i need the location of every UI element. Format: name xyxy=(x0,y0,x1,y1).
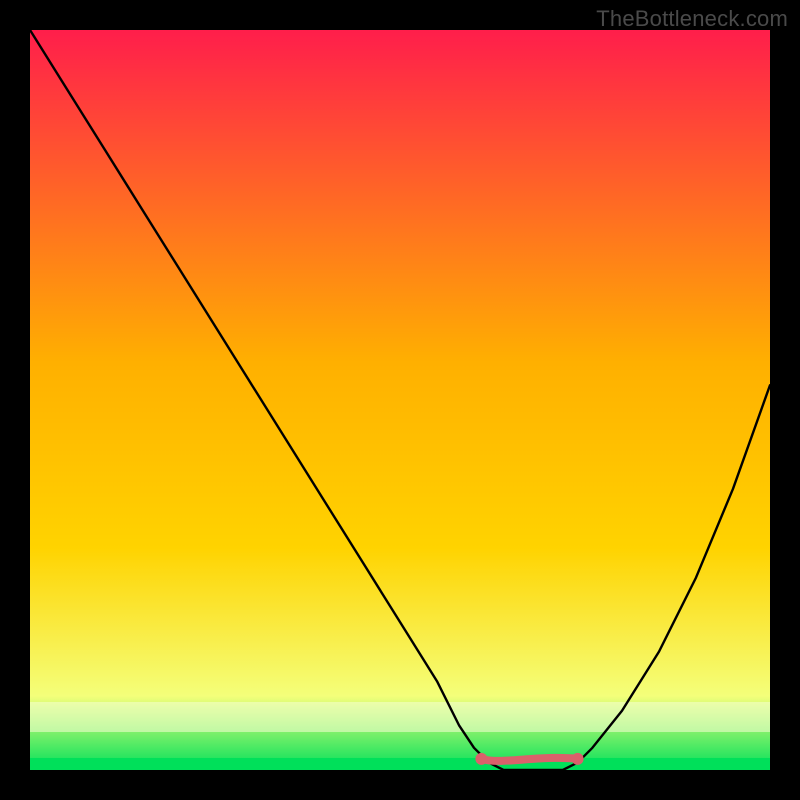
plot-area xyxy=(30,30,770,770)
marker-floor-end xyxy=(572,753,584,765)
valley-floor-marker xyxy=(481,758,577,761)
marker-floor-start xyxy=(475,753,487,765)
watermark-text: TheBottleneck.com xyxy=(596,6,788,32)
pale-band xyxy=(30,702,770,732)
chart-frame: TheBottleneck.com xyxy=(0,0,800,800)
gradient-background xyxy=(30,30,770,770)
green-floor xyxy=(30,758,770,770)
chart-svg xyxy=(30,30,770,770)
